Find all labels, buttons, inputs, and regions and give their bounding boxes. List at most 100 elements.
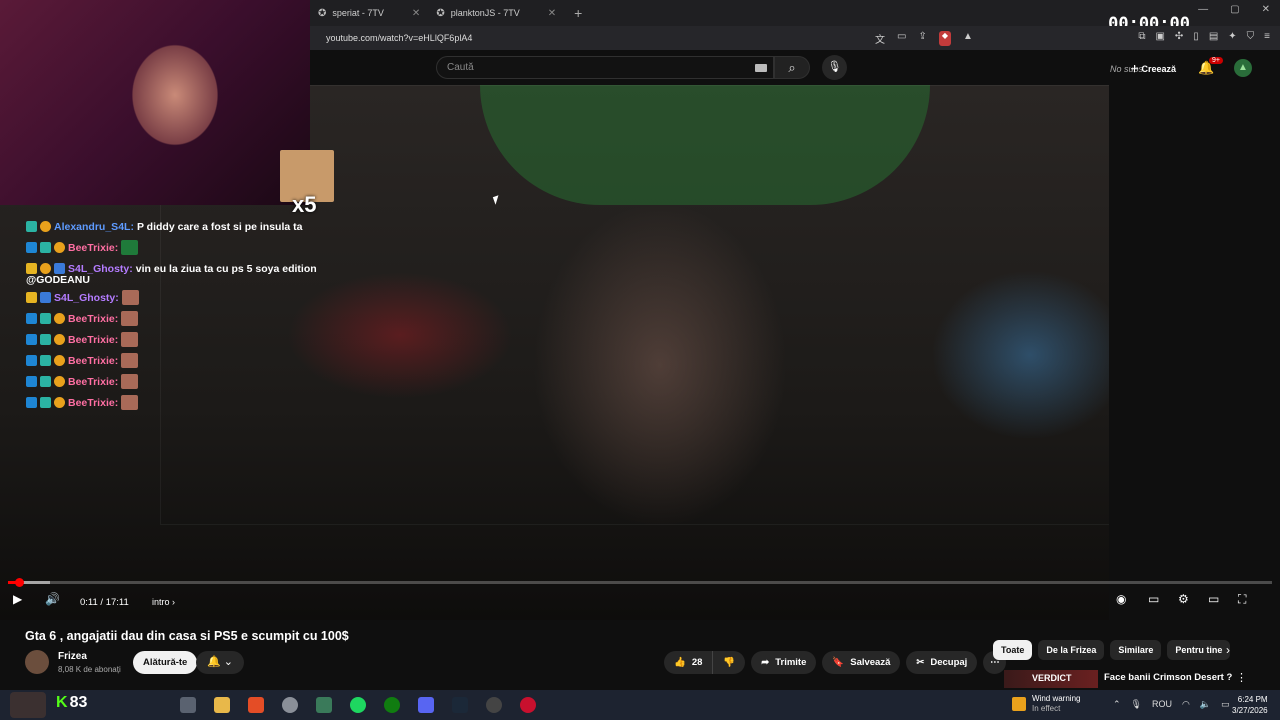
steam-icon[interactable] [452,697,468,713]
chapter-button[interactable]: intro › [152,597,175,607]
spotify-icon[interactable] [350,697,366,713]
settings-gear-icon[interactable]: ⚙ [1178,592,1189,606]
fullscreen-icon[interactable]: ⛶ [1238,592,1246,607]
menu-icon[interactable]: ≡ [1264,31,1270,42]
dislike-button[interactable]: 👎 [713,651,746,674]
chat-username: S4L_Ghosty: [54,291,119,304]
chat-overlay: Alexandru_S4L: P diddy care a fost si pe… [26,216,346,413]
camera-badge-icon [40,292,51,303]
task-view-icon[interactable] [180,697,196,713]
leo-icon[interactable]: ✦ [1228,31,1236,42]
progress-bar[interactable] [8,578,1272,587]
play-icon[interactable]: ▶ [13,592,22,606]
recommendation-title[interactable]: Face banii Crimson Desert ? [1104,672,1232,683]
emote-icon [121,395,139,410]
subtitles-icon[interactable]: ▭ [1148,592,1159,606]
like-dislike-group: 👍 28 👎 [664,651,746,674]
vpn-icon[interactable]: ⛉ [1247,31,1255,42]
7tv-icon: ✪ [436,7,445,19]
crown-badge-icon [26,263,37,274]
chevron-right-icon[interactable]: › [1226,643,1230,657]
obs-icon[interactable] [282,697,298,713]
screenshot-icon[interactable]: ▣ [1155,31,1164,42]
address-bar-actions: 文 ▭ ⇪ ◆ ▲ [875,31,973,46]
chevron-up-icon[interactable]: ⌃ [1113,699,1121,710]
chip-all[interactable]: Toate [993,640,1033,660]
volume-icon[interactable]: 🔊 [45,592,60,606]
coin-badge-icon [54,376,65,387]
puzzle-icon[interactable]: ✣ [1175,31,1183,42]
autoplay-toggle-icon[interactable]: ◉ [1116,592,1126,606]
chat-line: BeeTrixie: [26,350,346,371]
search-input[interactable]: Caută [436,56,774,79]
7tv-icon: ✪ [318,7,327,19]
like-count: 28 [691,657,703,668]
xbox-icon[interactable] [384,697,400,713]
emote-combo: x5 [280,150,334,217]
more-vertical-icon[interactable]: ⋮ [1236,671,1247,684]
save-button[interactable]: 🔖 Salvează [822,651,901,674]
close-window-icon[interactable]: ✕ [1262,4,1270,15]
file-explorer-icon[interactable] [214,697,230,713]
chip-for-you[interactable]: Pentru tine [1167,640,1231,660]
emote-icon [121,240,139,255]
chat-username: BeeTrixie: [68,396,119,409]
url-field[interactable]: youtube.com/watch?v=eHLlQF6plA4 [326,33,472,43]
wifi-icon[interactable]: ◠ [1182,699,1190,710]
close-icon[interactable]: ✕ [412,8,420,19]
brave-browser-icon[interactable] [248,697,264,713]
system-clock[interactable]: 6:24 PM 3/27/2026 [1232,694,1268,716]
maximize-icon[interactable]: ▢ [1230,4,1239,15]
tab-speriat[interactable]: ✪ speriat - 7TV ✕ [310,0,428,26]
wallet-icon[interactable]: ▤ [1209,31,1218,42]
scrubber-handle[interactable] [15,578,24,587]
coin-badge-icon [54,313,65,324]
subscriber-badge-icon [40,355,51,366]
chat-username: Alexandru_S4L: [54,220,134,233]
sidebar-icon[interactable]: ▯ [1193,31,1199,42]
camera-badge-icon [54,263,65,274]
subscription-bell-button[interactable]: 🔔 ⌄ [196,651,244,674]
chip-from-channel[interactable]: De la Frizea [1038,640,1105,660]
share-button[interactable]: ➦ Trimite [751,651,817,674]
battery-icon[interactable]: ▭ [1221,699,1230,710]
new-tab-button[interactable]: + [574,5,582,21]
rewards-icon[interactable]: ▲ [963,31,973,46]
search-button[interactable]: ⌕ [774,56,810,79]
create-label: Creează [1141,64,1177,74]
account-avatar[interactable]: ▲ [1234,59,1252,77]
voice-search-button[interactable]: 🎙 [822,55,847,80]
theater-mode-icon[interactable]: ▭ [1208,592,1219,606]
channel-name[interactable]: Frizea [58,651,87,662]
speaker-icon[interactable]: 🔈 [1200,699,1211,710]
opera-icon[interactable] [520,697,536,713]
badge-icon [26,397,37,408]
mic-icon[interactable]: 🎙 [1131,699,1142,710]
clip-button[interactable]: ✂ Decupaj [906,651,978,674]
extensions-icon[interactable]: ⧉ [1138,31,1145,42]
video-actions: 👍 28 👎 ➦ Trimite 🔖 Salvează ✂ Decupaj ⋯ [664,651,1007,674]
share-icon[interactable]: ⇪ [918,31,926,46]
language-indicator[interactable]: ROU [1152,699,1172,710]
like-button[interactable]: 👍 28 [664,651,714,674]
minimize-icon[interactable]: — [1198,4,1208,15]
keyboard-icon[interactable] [755,64,767,72]
translate-icon[interactable]: 文 [875,31,885,46]
tab-planktonjs[interactable]: ✪ planktonJS - 7TV ✕ [428,0,564,26]
chapter-label: intro [152,597,170,607]
chip-similar[interactable]: Similare [1110,640,1162,660]
channel-avatar[interactable] [25,650,49,674]
cast-icon[interactable]: ▭ [897,31,906,46]
weather-widget[interactable]: Wind warning In effect [1012,694,1080,714]
chat-username: BeeTrixie: [68,375,119,388]
app-icon[interactable] [486,697,502,713]
brave-shields-icon[interactable]: ◆ [938,31,951,46]
bookmark-icon: 🔖 [832,657,845,668]
tab-label: planktonJS - 7TV [450,8,520,18]
discord-icon[interactable] [418,697,434,713]
recommendation-thumbnail[interactable]: VERDICT [1004,670,1098,688]
notepad-icon[interactable] [316,697,332,713]
join-button[interactable]: Alătură-te [133,651,198,674]
close-icon[interactable]: ✕ [548,8,556,19]
create-button[interactable]: ＋ Creează [1130,62,1176,75]
